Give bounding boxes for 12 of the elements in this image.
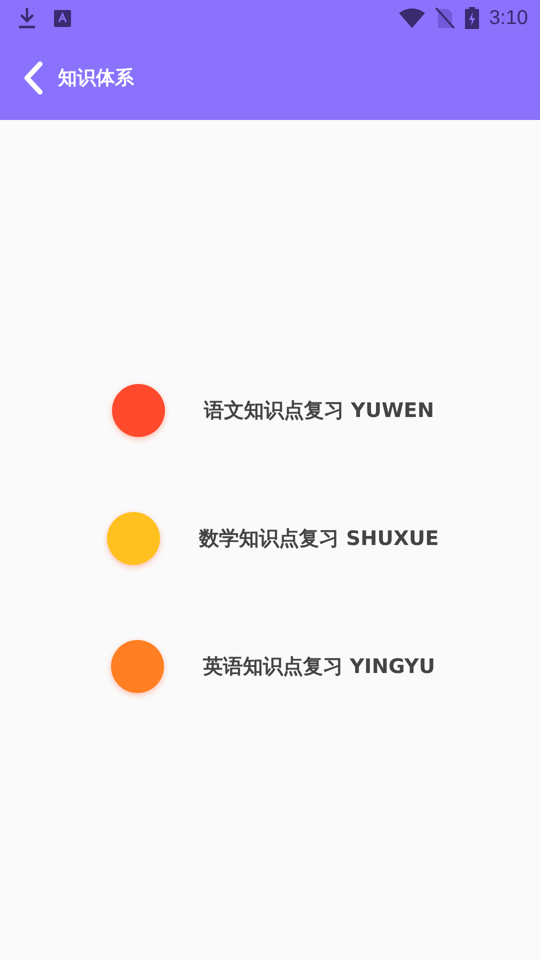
status-time: 3:10 <box>489 6 528 30</box>
subject-link[interactable]: 语文知识点复习 YUWEN <box>204 397 434 424</box>
back-button[interactable] <box>22 61 44 95</box>
no-sim-icon <box>435 7 456 29</box>
back-icon <box>22 61 44 95</box>
wifi-icon <box>399 8 426 28</box>
battery-charging-icon <box>465 7 480 29</box>
subject-link[interactable]: 数学知识点复习 SHUXUE <box>199 525 439 552</box>
subject-link[interactable]: 英语知识点复习 YINGYU <box>202 653 436 680</box>
keyboard-app-icon <box>54 10 71 26</box>
download-icon <box>18 7 36 29</box>
page-title: 知识体系 <box>58 66 134 91</box>
